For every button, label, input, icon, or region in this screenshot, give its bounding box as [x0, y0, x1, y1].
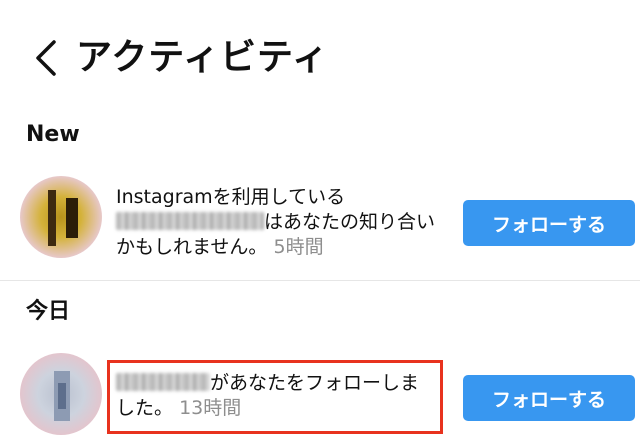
follow-button[interactable]: フォローする — [463, 375, 635, 421]
blurred-username[interactable] — [116, 212, 264, 230]
chevron-left-icon[interactable] — [28, 36, 68, 80]
notification-line: Instagramを利用している — [116, 186, 346, 208]
notification-line: かもしれません。 — [116, 236, 268, 258]
follow-button[interactable]: フォローする — [463, 200, 635, 246]
page-title: アクティビティ — [76, 37, 329, 78]
divider — [0, 280, 640, 281]
notification-text: Instagramを利用している はあなたの知り合い かもしれません。 5時間 — [116, 185, 452, 260]
notification-line: はあなたの知り合い — [264, 211, 436, 233]
avatar-image-detail — [66, 198, 78, 238]
section-label-today: 今日 — [26, 299, 71, 324]
section-label-new: New — [26, 122, 80, 147]
avatar-image-detail — [58, 383, 66, 409]
highlight-box — [107, 360, 443, 434]
timestamp: 5時間 — [273, 236, 324, 258]
avatar[interactable] — [20, 176, 102, 258]
avatar-image — [48, 190, 56, 246]
avatar[interactable] — [20, 353, 102, 435]
header: アクティビティ — [0, 0, 640, 110]
